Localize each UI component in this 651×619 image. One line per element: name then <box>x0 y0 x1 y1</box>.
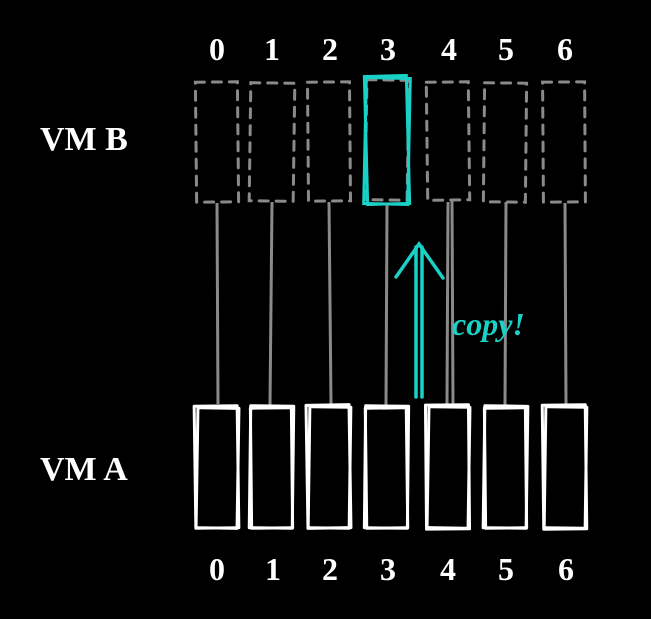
index-top-4: 4 <box>441 31 457 67</box>
index-top-3: 3 <box>380 31 396 67</box>
vm-b-cell-6 <box>543 82 586 202</box>
vm-b-cells <box>195 80 585 203</box>
vm-a-cell-6 <box>542 405 587 530</box>
vm-b-cell-0 <box>195 82 238 202</box>
highlight-cell <box>364 75 411 204</box>
vm-b-cell-3 <box>365 80 409 201</box>
copy-arrow-icon <box>396 244 443 397</box>
index-top-0: 0 <box>209 31 225 67</box>
vm-a-cell-2 <box>306 405 351 529</box>
index-bottom-1: 1 <box>265 551 281 587</box>
copy-label: copy! <box>452 306 525 342</box>
index-bottom-4: 4 <box>440 551 456 587</box>
vm-b-cell-4 <box>426 82 469 201</box>
vm-a-cell-1 <box>249 406 293 529</box>
connectors <box>217 201 566 405</box>
vm-b-cell-2 <box>307 82 350 201</box>
index-bottom-2: 2 <box>322 551 338 587</box>
vm-b-cell-1 <box>249 83 295 202</box>
index-top-5: 5 <box>498 31 514 67</box>
index-top-2: 2 <box>322 31 338 67</box>
vm-b-label: VM B <box>40 121 128 158</box>
vm-a-cell-0 <box>194 406 239 529</box>
vm-a-cell-3 <box>364 406 408 528</box>
vm-a-cell-5 <box>483 406 528 529</box>
vm-b-cell-5 <box>483 83 526 202</box>
index-bottom-6: 6 <box>558 551 574 587</box>
index-top-6: 6 <box>557 31 573 67</box>
vm-a-cells <box>194 405 587 530</box>
vm-a-label: VM A <box>40 451 128 488</box>
index-bottom-3: 3 <box>380 551 396 587</box>
index-bottom-0: 0 <box>209 551 225 587</box>
vm-a-cell-4 <box>425 405 469 529</box>
index-top-1: 1 <box>264 31 280 67</box>
index-bottom-5: 5 <box>498 551 514 587</box>
